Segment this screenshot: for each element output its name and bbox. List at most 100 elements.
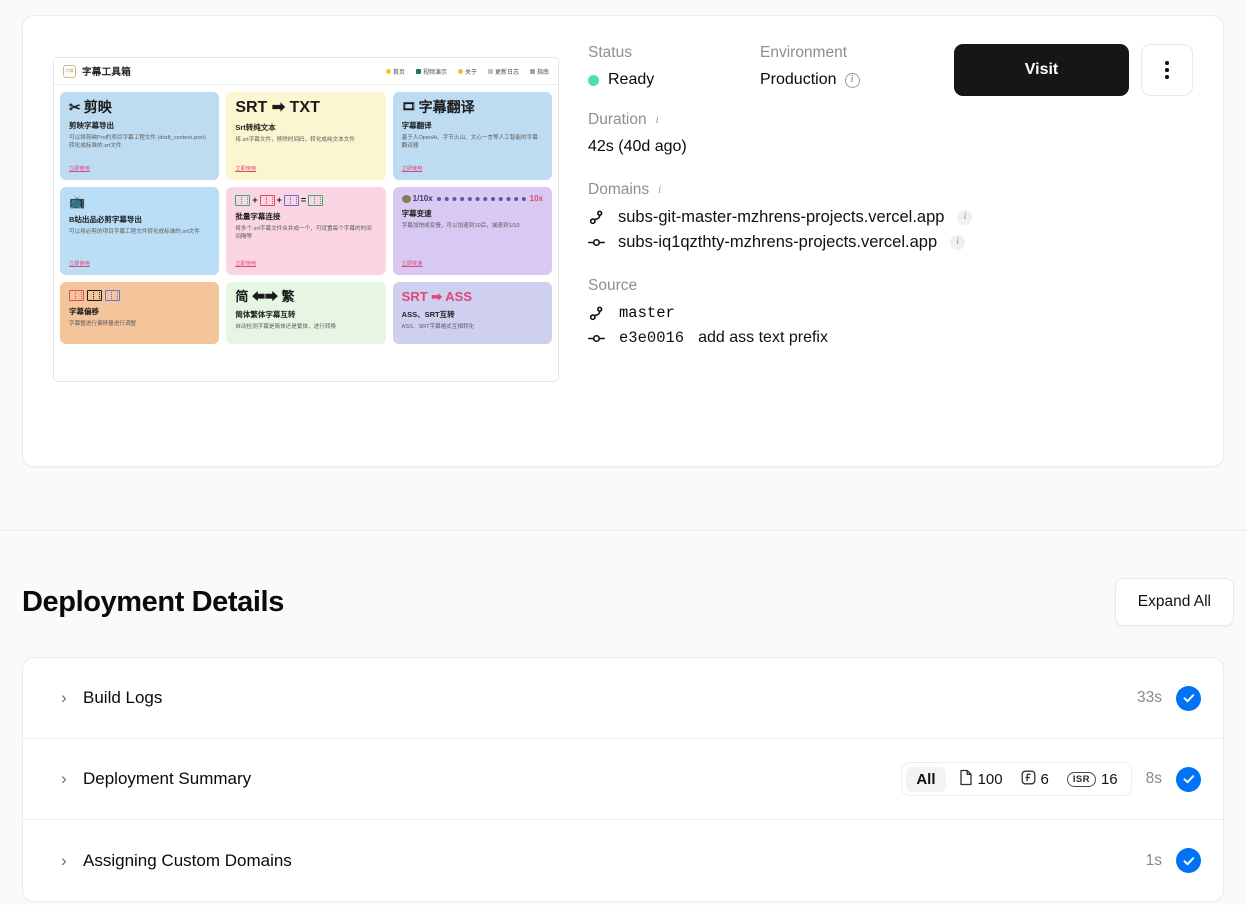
domain-row[interactable]: subs-git-master-mzhrens-projects.vercel.… xyxy=(588,208,1223,227)
summary-filter-all[interactable]: All xyxy=(906,766,946,792)
domains-label: Domains xyxy=(588,181,650,198)
expand-all-button[interactable]: Expand All xyxy=(1114,578,1234,626)
chevron-right-icon[interactable]: › xyxy=(61,688,79,708)
preview-nav: 首页 视频演示 关于 更新日志 指南 xyxy=(385,67,549,76)
commit-hash: e3e0016 xyxy=(619,329,685,347)
function-icon xyxy=(1021,770,1036,789)
info-icon[interactable]: i xyxy=(653,114,662,127)
preview-card-link[interactable]: 立即使用 xyxy=(69,165,90,172)
deployment-overview-card: 字幕 字幕工具箱 首页 视频演示 关于 更新日志 指南 ✂ 剪映 剪映字幕导出 … xyxy=(22,15,1224,467)
status-label: Status xyxy=(588,44,632,61)
info-icon[interactable]: i xyxy=(655,184,664,197)
preview-card-hero: SRT ➡ TXT xyxy=(235,99,320,116)
preview-card: SRT ➡ TXT Srt转纯文本 将.srt字幕文件，移除时间码，转化成纯文本… xyxy=(226,92,386,180)
preview-card-hero: + + = xyxy=(235,195,376,206)
isr-tag-label: ISR xyxy=(1066,771,1096,787)
duration-block: Duration i 42s (40d ago) xyxy=(588,111,1223,156)
check-circle-icon xyxy=(1176,848,1201,873)
file-icon xyxy=(959,769,973,790)
preview-card-title: B站出品必剪字幕导出 xyxy=(69,214,142,224)
preview-card-desc: 字幕加快或变慢，可以加速到10后，减速到1/10 xyxy=(401,223,520,230)
deployment-steps-list: › Build Logs 33s › Deployment Summary Al… xyxy=(22,657,1224,902)
preview-card: 简 ⬅➡ 繁 简体繁体字幕互转 自动检测字幕是简体还是繁体，进行转换 xyxy=(226,282,386,344)
step-label: Deployment Summary xyxy=(83,769,252,788)
preview-card-grid: ✂ 剪映 剪映字幕导出 可以将剪映Pro的项目字幕工程文件 (draft_cont… xyxy=(60,92,552,344)
duration-value: 42s (40d ago) xyxy=(588,138,687,155)
preview-card-link[interactable]: 立即变速 xyxy=(402,260,423,267)
preview-card-hero: 🎞 字幕翻译 xyxy=(401,99,475,115)
visit-button[interactable]: Visit xyxy=(954,44,1129,96)
source-commit-row[interactable]: e3e0016 add ass text prefix xyxy=(588,329,1223,347)
summary-static-files[interactable]: 100 xyxy=(950,769,1012,790)
duration-label: Duration xyxy=(588,111,647,128)
preview-nav-item: 关于 xyxy=(457,67,477,76)
preview-card-link[interactable]: 立即使用 xyxy=(69,260,90,267)
git-commit-icon xyxy=(588,234,605,251)
summary-functions[interactable]: 6 xyxy=(1012,770,1058,789)
preview-card-hero xyxy=(69,290,210,301)
step-duration: 33s xyxy=(1137,689,1162,706)
preview-nav-item: 指南 xyxy=(529,67,549,76)
status-badge: Ready xyxy=(608,71,655,88)
preview-card-desc: 字幕整进行偏移量进行调整 xyxy=(69,321,137,327)
step-status-group: 33s xyxy=(1137,685,1201,711)
summary-isr[interactable]: ISR 16 xyxy=(1058,771,1127,788)
info-circle-icon[interactable]: i xyxy=(950,235,966,250)
source-branch-row[interactable]: master xyxy=(588,304,1223,322)
step-duration: 1s xyxy=(1145,851,1162,869)
preview-card-title: 简体繁体字幕互转 xyxy=(235,309,296,319)
preview-card-title: 批量字幕连接 xyxy=(235,212,281,221)
preview-card: 📺 B站出品必剪字幕导出 可以将必剪的项目字幕工程文件转化成标准的.srt文件 … xyxy=(60,187,220,275)
deployment-step-row[interactable]: › Deployment Summary All 100 6 ISR 16 8s xyxy=(23,739,1223,820)
environment-value: Production xyxy=(760,71,837,88)
source-branch-name: master xyxy=(619,304,675,322)
preview-site-header: 字幕 字幕工具箱 首页 视频演示 关于 更新日志 指南 xyxy=(54,58,558,85)
info-circle-icon[interactable]: i xyxy=(957,210,973,225)
status-value-row: Ready xyxy=(588,71,760,89)
deployment-preview-thumbnail[interactable]: 字幕 字幕工具箱 首页 视频演示 关于 更新日志 指南 ✂ 剪映 剪映字幕导出 … xyxy=(53,57,559,382)
preview-card: 🎞 字幕翻译 字幕翻译 基于人OpenAi、字节火山、文心一言等人工智能的字幕翻译… xyxy=(392,92,552,180)
step-label: Build Logs xyxy=(83,688,163,707)
preview-card: + + = 批量字幕连接 将多个.srt字幕文件合并成一个，可设置每个字幕的时间… xyxy=(226,187,386,275)
step-status-group: All 100 6 ISR 16 8s xyxy=(901,762,1201,796)
preview-card-desc: 可以将剪映Pro的项目字幕工程文件 (draft_content.json) 转… xyxy=(69,134,206,149)
deployment-details-section: Deployment Details Expand All › Build Lo… xyxy=(0,531,1246,902)
preview-card-link[interactable]: 立即使用 xyxy=(235,260,256,267)
preview-card: 字幕偏移 字幕整进行偏移量进行调整 xyxy=(60,282,220,344)
preview-card-desc: 自动检测字幕是简体还是繁体，进行转换 xyxy=(235,323,337,330)
domains-label-row: Domains i xyxy=(588,181,1223,199)
preview-card-desc: 基于人OpenAi、字节火山、文心一言等人工智能的字幕翻译器 xyxy=(401,134,538,149)
info-circle-icon[interactable]: i xyxy=(844,72,860,88)
domain-row[interactable]: subs-iq1qzthty-mzhrens-projects.vercel.a… xyxy=(588,233,1223,252)
chevron-right-icon[interactable]: › xyxy=(61,769,79,789)
step-label: Assigning Custom Domains xyxy=(83,850,292,870)
preview-card-desc: 将多个.srt字幕文件合并成一个，可设置每个字幕的时间间隔等 xyxy=(235,226,372,241)
deployment-step-row[interactable]: › Assigning Custom Domains 1s xyxy=(23,820,1223,901)
status-block: Status Ready xyxy=(588,44,760,89)
page-title: Deployment Details xyxy=(22,585,284,618)
deployment-details-header: Deployment Details Expand All xyxy=(0,531,1246,626)
git-branch-icon xyxy=(588,209,605,226)
preview-card-hero: 简 ⬅➡ 繁 xyxy=(235,289,295,304)
preview-card-link[interactable]: 立即使用 xyxy=(402,165,423,172)
section-divider xyxy=(0,467,1246,531)
environment-value-row: Production i xyxy=(760,71,960,89)
deployment-step-row[interactable]: › Build Logs 33s xyxy=(23,658,1223,739)
preview-site-body: ✂ 剪映 剪映字幕导出 可以将剪映Pro的项目字幕工程文件 (draft_cont… xyxy=(54,85,558,351)
preview-logo-icon: 字幕 xyxy=(63,64,76,78)
preview-card-title: 字幕变速 xyxy=(401,209,432,219)
step-duration: 8s xyxy=(1145,770,1162,787)
overview-section: 字幕 字幕工具箱 首页 视频演示 关于 更新日志 指南 ✂ 剪映 剪映字幕导出 … xyxy=(0,0,1246,467)
preview-card-desc: 可以将必剪的项目字幕工程文件转化成标准的.srt文件 xyxy=(69,228,200,235)
chevron-right-icon[interactable]: › xyxy=(61,851,79,871)
preview-card-hero: ✂ 剪映 xyxy=(69,99,112,115)
deployment-summary-pills: All 100 6 ISR 16 xyxy=(901,762,1132,796)
domains-block: Domains i subs-git-master-mzhrens-projec… xyxy=(588,181,1223,252)
preview-card-title: 字幕翻译 xyxy=(401,120,432,130)
more-vertical-icon[interactable] xyxy=(1141,44,1193,96)
preview-card-hero: 1/10x 10x xyxy=(401,194,543,204)
preview-card-desc: 将.srt字幕文件，移除时间码，转化成纯文本文件 xyxy=(235,136,355,143)
preview-card-title: ASS、SRT互转 xyxy=(401,309,455,319)
check-circle-icon xyxy=(1176,766,1201,792)
preview-card-link[interactable]: 立即使用 xyxy=(235,165,256,172)
